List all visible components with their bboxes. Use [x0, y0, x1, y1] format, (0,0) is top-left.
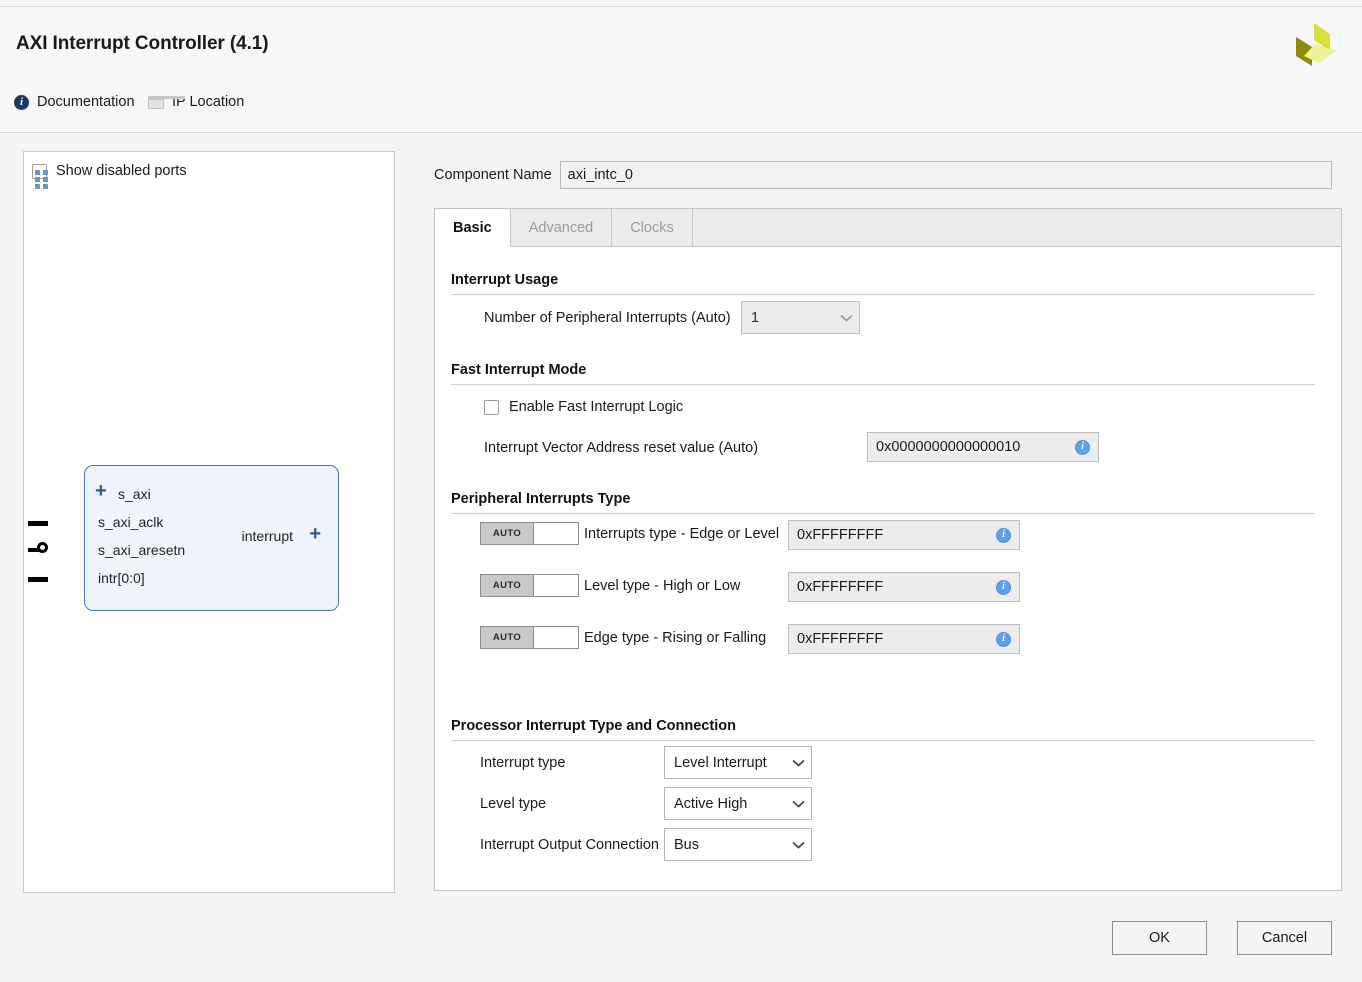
expand-plus-icon-s-axi[interactable]: +: [95, 481, 107, 501]
input-interrupt-vector-address[interactable]: 0x0000000000000010 i: [867, 432, 1099, 462]
xilinx-amd-logo: [1296, 23, 1336, 66]
enable-fast-interrupt-logic-row[interactable]: Enable Fast Interrupt Logic: [484, 399, 683, 415]
show-disabled-ports-label: Show disabled ports: [56, 163, 187, 179]
input-interrupt-vector-address-value: 0x0000000000000010: [876, 439, 1021, 455]
label-interrupt-type: Interrupt type: [480, 755, 566, 771]
input-level-type-high-or-low-value: 0xFFFFFFFF: [797, 579, 884, 595]
documentation-link[interactable]: i Documentation: [14, 94, 135, 110]
auto-toggle-track-interrupts-type: [534, 523, 578, 544]
show-disabled-ports-row[interactable]: Show disabled ports: [32, 163, 187, 179]
input-edge-type-rising-or-falling-value: 0xFFFFFFFF: [797, 631, 884, 647]
section-heading-processor-interrupt: Processor Interrupt Type and Connection: [451, 718, 736, 734]
auto-toggle-track-level-type: [534, 575, 578, 596]
page-title: AXI Interrupt Controller (4.1): [16, 33, 269, 54]
dropdown-interrupt-type[interactable]: Level Interrupt: [664, 746, 812, 779]
input-edge-type-rising-or-falling[interactable]: 0xFFFFFFFF i: [788, 624, 1020, 654]
info-icon[interactable]: i: [1075, 439, 1090, 455]
chevron-down-icon: [785, 841, 811, 849]
auto-toggle-level-type[interactable]: AUTO: [480, 574, 579, 597]
port-pin-s-axi[interactable]: [35, 170, 48, 194]
port-label-s-axi: s_axi: [118, 486, 151, 502]
dropdown-number-of-peripheral-interrupts[interactable]: 1: [741, 301, 860, 334]
expand-plus-icon-interrupt[interactable]: +: [309, 524, 321, 544]
label-level-type-high-or-low: Level type - High or Low: [584, 578, 741, 594]
info-icon[interactable]: i: [996, 527, 1011, 543]
section-rule-interrupt-usage: [451, 294, 1315, 295]
tab-strip-filler: [693, 209, 1341, 246]
ok-button[interactable]: OK: [1112, 921, 1207, 955]
documentation-label: Documentation: [37, 94, 135, 110]
cancel-button[interactable]: Cancel: [1237, 921, 1332, 955]
label-level-type: Level type: [480, 796, 547, 812]
port-pin-s-axi-aclk[interactable]: [28, 521, 48, 526]
tab-advanced[interactable]: Advanced: [511, 209, 613, 246]
component-name-label: Component Name: [434, 167, 552, 183]
input-interrupts-type[interactable]: 0xFFFFFFFF i: [788, 520, 1020, 550]
settings-panel: Basic Advanced Clocks Interrupt Usage Nu…: [434, 208, 1342, 891]
port-label-s-axi-aresetn: s_axi_aresetn: [98, 542, 186, 558]
section-rule-fast-interrupt-mode: [451, 384, 1315, 385]
component-name-input[interactable]: axi_intc_0: [559, 161, 1332, 189]
enable-fast-interrupt-logic-label: Enable Fast Interrupt Logic: [509, 399, 684, 415]
block-diagram-panel: Show disabled ports + s_axi s_axi_aclk s…: [23, 151, 395, 893]
tab-strip: Basic Advanced Clocks: [435, 209, 1341, 247]
label-interrupt-vector-address: Interrupt Vector Address reset value (Au…: [484, 440, 759, 456]
label-interrupts-type: Interrupts type - Edge or Level: [584, 526, 780, 542]
info-icon[interactable]: i: [996, 631, 1011, 647]
folder-icon: [148, 95, 185, 109]
section-heading-interrupt-usage: Interrupt Usage: [451, 272, 559, 288]
link-bar: i Documentation IP Location: [0, 72, 1362, 133]
auto-toggle-interrupts-type[interactable]: AUTO: [480, 522, 579, 545]
auto-badge-edge-type: AUTO: [481, 627, 534, 648]
auto-toggle-edge-type[interactable]: AUTO: [480, 626, 579, 649]
section-heading-peripheral-interrupts-type: Peripheral Interrupts Type: [451, 491, 631, 507]
port-pin-s-axi-aresetn-bubble[interactable]: [37, 542, 48, 553]
port-label-intr: intr[0:0]: [98, 570, 145, 586]
section-rule-peripheral-interrupts-type: [451, 513, 1315, 514]
dropdown-interrupt-output-connection-value: Bus: [674, 836, 699, 853]
tab-clocks[interactable]: Clocks: [612, 209, 693, 246]
tab-basic[interactable]: Basic: [435, 209, 511, 247]
ip-location-link[interactable]: IP Location: [148, 94, 244, 110]
auto-badge-level-type: AUTO: [481, 575, 534, 596]
label-number-of-peripheral-interrupts: Number of Peripheral Interrupts (Auto): [484, 310, 731, 326]
label-edge-type-rising-or-falling: Edge type - Rising or Falling: [584, 630, 767, 646]
component-name-row: Component Name axi_intc_0: [434, 161, 1332, 189]
section-rule-processor-interrupt: [451, 740, 1315, 741]
chevron-down-icon: [785, 759, 811, 767]
label-interrupt-output-connection: Interrupt Output Connection: [480, 837, 659, 853]
dropdown-level-type[interactable]: Active High: [664, 787, 812, 820]
port-label-s-axi-aclk: s_axi_aclk: [98, 514, 164, 530]
input-level-type-high-or-low[interactable]: 0xFFFFFFFF i: [788, 572, 1020, 602]
dropdown-number-of-peripheral-interrupts-value: 1: [751, 309, 760, 326]
chevron-down-icon: [785, 800, 811, 808]
info-icon[interactable]: i: [996, 579, 1011, 595]
auto-badge-interrupts-type: AUTO: [481, 523, 534, 544]
section-heading-fast-interrupt-mode: Fast Interrupt Mode: [451, 362, 587, 378]
ip-block[interactable]: + s_axi s_axi_aclk s_axi_aresetn intr[0:…: [84, 465, 339, 611]
port-label-interrupt: interrupt: [241, 528, 293, 544]
dropdown-level-type-value: Active High: [674, 795, 748, 812]
title-bar: AXI Interrupt Controller (4.1): [0, 6, 1362, 73]
info-icon: i: [14, 94, 29, 110]
port-pin-intr[interactable]: [28, 577, 48, 582]
auto-toggle-track-edge-type: [534, 627, 578, 648]
input-interrupts-type-value: 0xFFFFFFFF: [797, 527, 884, 543]
enable-fast-interrupt-logic-checkbox[interactable]: [484, 399, 499, 415]
chevron-down-icon: [833, 314, 859, 322]
dropdown-interrupt-output-connection[interactable]: Bus: [664, 828, 812, 861]
dropdown-interrupt-type-value: Level Interrupt: [674, 754, 767, 771]
